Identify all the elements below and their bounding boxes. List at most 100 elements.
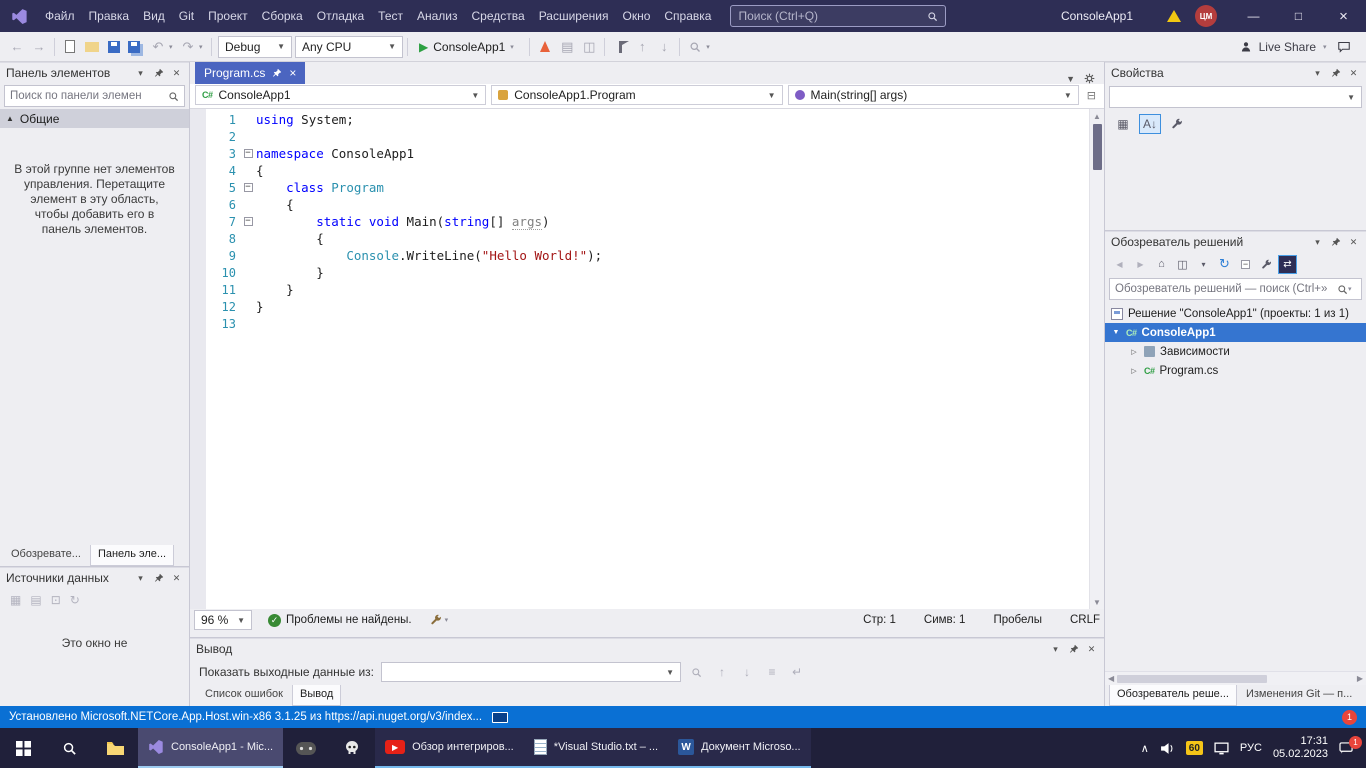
tree-item-dependencies[interactable]: ▷ Зависимости [1105, 342, 1366, 361]
taskbar-app-visual-studio[interactable]: ConsoleApp1 - Mic... [138, 728, 283, 768]
code-line[interactable]: 3−namespace ConsoleApp1 [206, 145, 1089, 162]
configure-data-source-icon[interactable]: ⊡ [51, 593, 61, 607]
toolbox-search-input[interactable]: Поиск по панели элемен [4, 85, 185, 107]
previous-message-icon[interactable]: ↑ [713, 665, 731, 679]
menu-item-8[interactable]: Анализ [410, 0, 465, 32]
close-icon[interactable]: ✕ [1085, 642, 1098, 656]
start-debugging-button[interactable]: ▶ ConsoleApp1 ▾ [412, 35, 525, 59]
code-line[interactable]: 2 [206, 128, 1089, 145]
close-icon[interactable]: ✕ [170, 66, 183, 80]
vertical-scrollbar[interactable]: ▲ ▼ [1089, 109, 1104, 609]
code-editor[interactable]: 1using System;23−namespace ConsoleApp14{… [190, 109, 1104, 609]
zoom-combo[interactable]: 96 % ▼ [194, 610, 252, 630]
fold-toggle-icon[interactable]: − [244, 149, 253, 158]
menu-item-1[interactable]: Правка [82, 0, 137, 32]
volume-icon[interactable] [1160, 742, 1175, 755]
tree-item-solution[interactable]: Решение "ConsoleApp1" (проекты: 1 из 1) [1105, 304, 1366, 323]
close-icon[interactable]: × [289, 66, 296, 80]
menu-item-2[interactable]: Вид [136, 0, 172, 32]
taskbar-app-skull-game[interactable] [329, 728, 375, 768]
minimize-button[interactable]: — [1231, 0, 1276, 32]
horizontal-scrollbar[interactable]: ◀ ▶ [1105, 671, 1366, 685]
code-line[interactable]: 5− class Program [206, 179, 1089, 196]
preview-changes-icon[interactable]: ◫ [578, 35, 600, 59]
menu-item-9[interactable]: Средства [465, 0, 532, 32]
menu-item-6[interactable]: Отладка [310, 0, 371, 32]
menu-item-7[interactable]: Тест [371, 0, 410, 32]
collapse-all-icon[interactable]: − [1236, 255, 1255, 274]
chevron-down-icon[interactable]: ▾ [1049, 642, 1062, 656]
menu-item-11[interactable]: Окно [615, 0, 657, 32]
close-button[interactable]: × [1321, 0, 1366, 32]
save-all-icon[interactable] [125, 35, 147, 59]
solution-explorer-search-input[interactable]: Обозреватель решений — поиск (Ctrl+» ▾ [1109, 278, 1362, 300]
settings-gear-icon[interactable] [1084, 73, 1095, 84]
member-dropdown[interactable]: Main(string[] args) ▼ [788, 85, 1079, 105]
file-explorer-icon[interactable] [92, 728, 138, 768]
menu-item-4[interactable]: Проект [201, 0, 255, 32]
tab-solution-explorer[interactable]: Обозреватель реше... [1109, 685, 1237, 706]
taskbar-app-game[interactable] [283, 728, 329, 768]
word-wrap-icon[interactable]: ↵ [788, 665, 806, 679]
scroll-down-icon[interactable]: ▼ [1093, 595, 1101, 609]
clock[interactable]: 17:31 05.02.2023 [1273, 735, 1328, 761]
output-source-combo[interactable]: ▼ [381, 662, 681, 682]
chevron-down-icon[interactable]: ▾ [134, 571, 147, 585]
pin-icon[interactable] [152, 571, 165, 585]
expanded-arrow-icon[interactable]: ▼ [1111, 329, 1121, 336]
edit-dataset-icon[interactable]: ▤ [30, 593, 41, 607]
network-icon[interactable] [1214, 742, 1229, 755]
taskbar-app-youtube[interactable]: ▶ Обзор интегриров... [375, 728, 524, 768]
tree-item-program-cs[interactable]: ▷ C# Program.cs [1105, 361, 1366, 380]
tab-error-list[interactable]: Список ошибок [198, 685, 290, 706]
restore-button[interactable]: □ [1276, 0, 1321, 32]
menu-item-0[interactable]: Файл [38, 0, 82, 32]
data-sources-header[interactable]: Источники данных ▾ ✕ [0, 567, 189, 588]
alphabetical-sort-icon[interactable]: A↓ [1139, 114, 1161, 134]
code-line[interactable]: 13 [206, 315, 1089, 332]
notification-badge[interactable]: 1 [1342, 710, 1357, 725]
tab-toolbox[interactable]: Панель эле... [90, 545, 174, 566]
properties-object-combo[interactable]: ▼ [1109, 86, 1362, 108]
no-problems-check-icon[interactable]: ✓ [268, 614, 281, 627]
tab-output[interactable]: Вывод [292, 685, 341, 706]
project-dropdown[interactable]: C# ConsoleApp1 ▼ [195, 85, 486, 105]
chevron-down-icon[interactable]: ▾ [1311, 66, 1324, 80]
language-indicator[interactable]: РУС [1240, 742, 1262, 754]
categorized-icon[interactable]: ▦ [1112, 114, 1134, 134]
refresh-icon[interactable]: ↻ [70, 593, 80, 607]
menu-item-5[interactable]: Сборка [255, 0, 310, 32]
chevron-down-icon[interactable]: ▾ [134, 66, 147, 80]
taskbar-search-icon[interactable] [46, 728, 92, 768]
split-editor-icon[interactable]: ⊟ [1084, 89, 1099, 102]
code-line[interactable]: 12} [206, 298, 1089, 315]
close-icon[interactable]: ✕ [1347, 235, 1360, 249]
back-icon[interactable]: ◀ [1110, 255, 1129, 274]
type-dropdown[interactable]: ConsoleApp1.Program ▼ [491, 85, 782, 105]
menu-item-10[interactable]: Расширения [532, 0, 616, 32]
tree-item-project[interactable]: ▼ C# ConsoleApp1 [1105, 323, 1366, 342]
collapsed-arrow-icon[interactable]: ▷ [1129, 348, 1139, 356]
fold-toggle-icon[interactable]: − [244, 217, 253, 226]
find-in-files-icon[interactable] [684, 35, 706, 59]
chevron-down-icon[interactable]: ▾ [1311, 235, 1324, 249]
account-avatar[interactable]: ЦМ [1195, 5, 1217, 27]
open-file-icon[interactable] [81, 35, 103, 59]
scrollbar-thumb[interactable] [1117, 675, 1267, 683]
pin-icon[interactable] [152, 66, 165, 80]
toolbox-header[interactable]: Панель элементов ▾ ✕ [0, 62, 189, 83]
chevron-down-icon[interactable]: ▾ [1323, 43, 1331, 51]
spaces-indicator[interactable]: Пробелы [993, 614, 1042, 626]
add-data-source-icon[interactable]: ▦ [10, 593, 21, 607]
menu-item-12[interactable]: Справка [657, 0, 718, 32]
save-icon[interactable] [103, 35, 125, 59]
tab-server-explorer[interactable]: Обозревате... [4, 545, 88, 566]
next-message-icon[interactable]: ↓ [738, 665, 756, 679]
solution-explorer-header[interactable]: Обозреватель решений ▾ ✕ [1105, 231, 1366, 252]
chevron-down-icon[interactable]: ▾ [1194, 255, 1213, 274]
forward-icon[interactable]: ▶ [1131, 255, 1150, 274]
attach-to-process-icon[interactable]: ▤ [556, 35, 578, 59]
code-area[interactable]: 1using System;23−namespace ConsoleApp14{… [206, 109, 1089, 609]
switch-views-icon[interactable]: ◫ [1173, 255, 1192, 274]
quick-launch-search[interactable]: Поиск (Ctrl+Q) [730, 5, 946, 27]
